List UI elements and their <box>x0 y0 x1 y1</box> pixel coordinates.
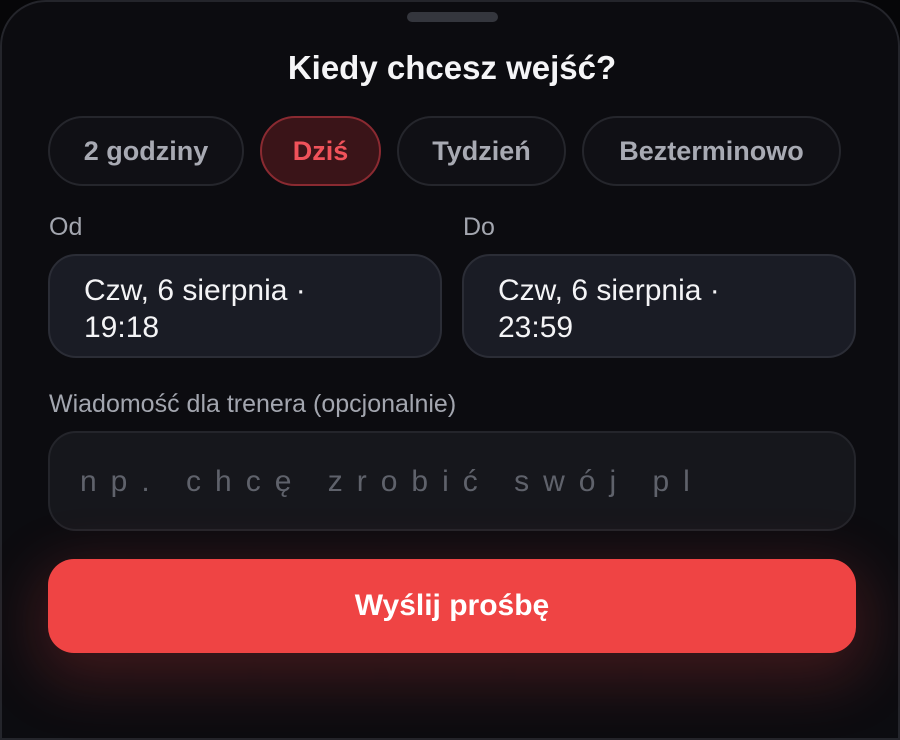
message-field-container <box>48 431 856 531</box>
message-label: Wiadomość dla trenera (opcjonalnie) <box>49 390 457 418</box>
from-date-text: Czw, 6 sierpnia · <box>84 274 306 307</box>
from-time-text: 19:18 <box>84 311 160 344</box>
to-date-text: Czw, 6 sierpnia · <box>498 274 720 307</box>
duration-chip-today[interactable]: Dziś <box>260 116 381 186</box>
to-time-text: 23:59 <box>498 311 574 344</box>
message-input[interactable] <box>78 433 842 529</box>
duration-chip-2h[interactable]: 2 godziny <box>48 116 244 186</box>
duration-chip-indefinite[interactable]: Bezterminowo <box>582 116 841 186</box>
to-datetime-picker[interactable]: Czw, 6 sierpnia · 23:59 <box>462 254 856 358</box>
duration-chip-week[interactable]: Tydzień <box>397 116 566 186</box>
from-label: Od <box>49 213 83 241</box>
drag-handle[interactable] <box>407 12 498 22</box>
from-datetime-picker[interactable]: Czw, 6 sierpnia · 19:18 <box>48 254 442 358</box>
to-label: Do <box>463 213 495 241</box>
sheet-title: Kiedy chcesz wejść? <box>287 49 617 86</box>
bottom-sheet: Kiedy chcesz wejść? 2 godziny Dziś Tydzi… <box>0 0 900 740</box>
send-request-button[interactable]: Wyślij prośbę <box>48 559 856 653</box>
